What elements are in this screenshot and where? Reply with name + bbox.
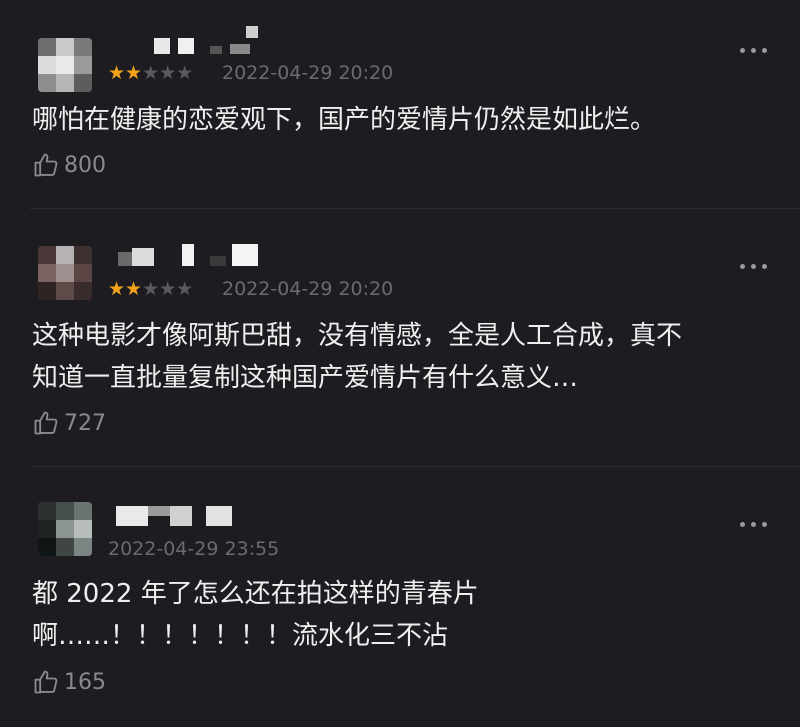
thumbs-up-icon bbox=[34, 670, 58, 694]
comment-text: 这种电影才像阿斯巴甜，没有情感，全是人工合成，真不 知道一直批量复制这种国产爱情… bbox=[32, 321, 683, 393]
avatar[interactable] bbox=[38, 502, 92, 556]
star-rating: ★★★★★ bbox=[108, 279, 193, 299]
avatar[interactable] bbox=[38, 38, 92, 92]
thumbs-up-icon bbox=[34, 411, 58, 435]
comment-time: 2022-04-29 20:20 bbox=[222, 278, 394, 300]
like-count: 165 bbox=[64, 669, 106, 695]
thumbs-up-icon bbox=[34, 153, 58, 177]
star-rating: ★★★★★ bbox=[108, 63, 193, 83]
comment-list: ★★★★★ 2022-04-29 20:20 哪怕在健康的恋爱观下，国产的爱情片… bbox=[0, 0, 800, 727]
like-count: 727 bbox=[64, 410, 106, 436]
more-dots-icon[interactable] bbox=[740, 45, 770, 55]
star-empty: ★★★ bbox=[142, 62, 194, 84]
like-button[interactable]: 727 bbox=[32, 408, 106, 438]
comment-card: ★★★★★ 2022-04-29 20:20 哪怕在健康的恋爱观下，国产的爱情片… bbox=[0, 0, 800, 208]
star-filled: ★★ bbox=[108, 62, 143, 84]
more-dots-icon[interactable] bbox=[740, 261, 770, 271]
star-empty: ★★★ bbox=[142, 278, 194, 300]
username-blurred[interactable] bbox=[110, 26, 270, 56]
comment-time: 2022-04-29 20:20 bbox=[222, 62, 394, 84]
more-dots-icon[interactable] bbox=[740, 519, 770, 529]
avatar[interactable] bbox=[38, 246, 92, 300]
username-blurred[interactable] bbox=[110, 244, 270, 266]
comment-card: 2022-04-29 23:55 都 2022 年了怎么还在拍这样的青春片 啊…… bbox=[0, 467, 800, 727]
username-blurred[interactable] bbox=[110, 504, 270, 526]
comment-text: 哪怕在健康的恋爱观下，国产的爱情片仍然是如此烂。 bbox=[32, 105, 657, 135]
like-button[interactable]: 165 bbox=[32, 667, 106, 697]
comment-text: 都 2022 年了怎么还在拍这样的青春片 啊……！！！！！！！流水化三不沾 bbox=[32, 579, 479, 651]
like-count: 800 bbox=[64, 152, 106, 178]
star-filled: ★★ bbox=[108, 278, 143, 300]
like-button[interactable]: 800 bbox=[32, 150, 106, 180]
comment-time: 2022-04-29 23:55 bbox=[108, 538, 280, 560]
comment-card: ★★★★★ 2022-04-29 20:20 这种电影才像阿斯巴甜，没有情感，全… bbox=[0, 209, 800, 466]
